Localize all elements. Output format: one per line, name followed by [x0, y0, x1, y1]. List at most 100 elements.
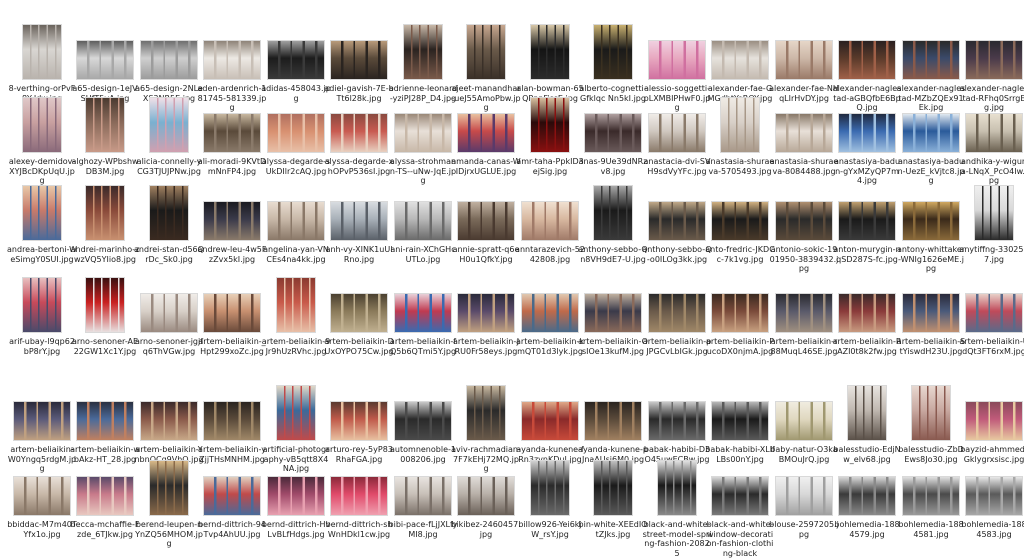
file-item[interactable]: black-and-white-window-decoration-fashio… [707, 458, 773, 558]
file-thumbnail[interactable] [530, 460, 570, 516]
file-item[interactable]: bohlemedia-1884579.jpg [834, 458, 900, 539]
file-thumbnail[interactable] [403, 24, 443, 80]
file-item[interactable]: artem-beliaikin-_Hpt299xoZc.jpg [198, 275, 266, 356]
file-thumbnail[interactable] [648, 40, 706, 80]
file-item[interactable]: bernd-dittrich-shWnHDkl1cw.jpg [326, 458, 392, 539]
file-item[interactable]: black-and-white-street-model-spring-fash… [643, 458, 711, 558]
file-thumbnail[interactable] [711, 201, 769, 241]
file-item[interactable]: artem-beliaikin-RAZI0t8k2fw.jpg [833, 275, 901, 356]
file-thumbnail[interactable] [911, 385, 951, 441]
file-thumbnail[interactable] [902, 293, 960, 333]
file-item[interactable]: andrew-leu-4w5FzZvx5kI.jpg [198, 183, 266, 264]
file-thumbnail[interactable] [267, 40, 325, 80]
file-thumbnail[interactable] [838, 40, 896, 80]
file-thumbnail[interactable] [394, 113, 452, 153]
file-thumbnail[interactable] [149, 460, 189, 516]
file-thumbnail[interactable] [22, 24, 62, 80]
file-thumbnail[interactable] [847, 385, 887, 441]
file-thumbnail[interactable] [593, 185, 633, 241]
file-thumbnail[interactable] [330, 201, 388, 241]
file-item[interactable]: aviv-rachmadian-7F7kEHj72MQ.jpg [451, 383, 521, 473]
file-thumbnail[interactable] [276, 385, 316, 441]
file-thumbnail[interactable] [140, 401, 198, 441]
file-thumbnail[interactable] [203, 293, 261, 333]
file-thumbnail[interactable] [521, 201, 579, 241]
file-item[interactable]: artem-beliaikin-YnbnQCg9VhQ.jpg [134, 383, 204, 464]
file-thumbnail[interactable] [22, 185, 62, 241]
file-thumbnail[interactable] [974, 185, 1014, 241]
file-item[interactable]: artem-beliaikin-kmQT01d3lyk.jpg [516, 275, 584, 356]
file-thumbnail[interactable] [203, 476, 261, 516]
file-item[interactable]: becca-mchaffie-Fzde_6TJkw.jpg [71, 458, 139, 539]
file-item[interactable]: balesstudio-ZbDEws8Jo30.jpg [898, 383, 964, 464]
file-item[interactable]: bernd-dittrich-94Tvp4AhUU.jpg [198, 458, 266, 539]
file-thumbnail[interactable] [203, 201, 261, 241]
file-item[interactable]: artem-beliaikin-StYiswdH23U.jpg [897, 275, 965, 356]
file-thumbnail[interactable] [267, 476, 325, 516]
file-thumbnail[interactable] [140, 40, 198, 80]
file-item[interactable]: anto-fredric-JKDCc-7k1vg.jpg [705, 183, 775, 264]
file-item[interactable]: artem-beliaikin-9Jr9hUzRVhc.jpg [262, 275, 330, 356]
file-thumbnail[interactable] [76, 476, 134, 516]
file-thumbnail[interactable] [85, 277, 125, 333]
file-item[interactable]: anastasia-shuraeva-5705493.jpg [706, 95, 774, 176]
file-thumbnail[interactable] [648, 113, 706, 153]
file-thumbnail[interactable] [13, 401, 71, 441]
file-item[interactable]: artem-beliaikin-PucoDX0njmA.jpg [706, 275, 774, 356]
file-thumbnail[interactable] [711, 293, 769, 333]
file-thumbnail[interactable] [584, 113, 642, 153]
file-thumbnail[interactable] [648, 401, 706, 441]
file-item[interactable]: anh-vy-XINK1uUlRno.jpg [326, 183, 392, 264]
file-thumbnail[interactable] [838, 293, 896, 333]
file-thumbnail[interactable] [593, 460, 633, 516]
file-thumbnail[interactable] [457, 113, 515, 153]
file-thumbnail[interactable] [76, 40, 134, 80]
file-thumbnail[interactable] [902, 201, 960, 241]
file-item[interactable]: artem-beliaikin-yZjjTHsMNHM.jpg [198, 383, 266, 464]
file-thumbnail[interactable] [140, 293, 198, 333]
file-thumbnail[interactable] [648, 293, 706, 333]
file-item[interactable]: amanda-canas-WIDjrxUGLUE.jpg [451, 95, 521, 176]
file-thumbnail[interactable] [593, 24, 633, 80]
file-item[interactable]: a65-design-2NLeXS3NR5E.jpg [135, 22, 203, 103]
file-item[interactable]: anas-9Ue39dNRzv8.jpg [579, 95, 647, 176]
file-thumbnail[interactable] [775, 476, 833, 516]
file-thumbnail[interactable] [648, 201, 706, 241]
file-thumbnail[interactable] [466, 24, 506, 80]
file-item[interactable]: artem-beliaikin-DUxOYPO75Cw.jpg [324, 275, 394, 356]
file-thumbnail[interactable] [775, 293, 833, 333]
file-item[interactable]: andrea-bertoni-WeSimgY0SUI.jpg [7, 183, 77, 264]
file-item[interactable]: artem-beliaikin-W0Yngq5rdgM.jpg [8, 383, 76, 473]
file-thumbnail[interactable] [457, 476, 515, 516]
file-item[interactable]: adrienne-leonard-yziPJ28P_D4.jpg [389, 22, 457, 103]
file-thumbnail[interactable] [203, 40, 261, 80]
file-item[interactable]: alghozy-WPbshwDB3M.jpg [71, 95, 139, 176]
file-item[interactable]: balesstudio-EdjNw_elv68.jpg [833, 383, 901, 464]
file-thumbnail[interactable] [902, 476, 960, 516]
file-thumbnail[interactable] [775, 201, 833, 241]
file-thumbnail[interactable] [330, 401, 388, 441]
file-item[interactable]: ani-rain-XChGHcUTLo.jpg [390, 183, 456, 264]
file-item[interactable]: arturo-rey-5yP83RhaFGA.jpg [325, 383, 393, 464]
file-thumbnail[interactable] [965, 113, 1023, 153]
file-item[interactable]: antony-whittaker-WNIg1626eME.jpg [897, 183, 965, 273]
file-item[interactable]: anastasia-shuraeva-8084488.jpg [770, 95, 838, 176]
file-item[interactable]: alessio-soggetti-pLXMBIPHwF0.jpg [644, 22, 710, 112]
file-item[interactable]: ayanda-kunene-pJnaAUsj6M0.jpg [578, 383, 648, 464]
file-item[interactable]: a65-design-1eJVSUfT5yA.jpg [72, 22, 138, 103]
file-item[interactable]: anastasiya-badun-gYxMZyQP7m4.jpg [834, 95, 900, 185]
file-item[interactable]: berend-leupen-nYnZQ56MHOM.jpg [135, 458, 203, 548]
file-item[interactable]: anastasiya-badun-UezE_kVjtc8.jpg [898, 95, 964, 185]
file-thumbnail[interactable] [775, 40, 833, 80]
file-thumbnail[interactable] [838, 201, 896, 241]
file-item[interactable]: amr-taha-PpkID3ejSig.jpg [516, 95, 584, 176]
file-item[interactable]: anton-murygin-nqSD287S-fc.jpg [833, 183, 901, 264]
file-thumbnail[interactable] [902, 40, 960, 80]
file-item[interactable]: bikibez-2460457.jpg [451, 458, 521, 539]
file-item[interactable]: adiel-gavish-7E-bTt6l28k.jpg [324, 22, 394, 103]
file-item[interactable]: alexander-naglestad-aGBQfbE6BpQ.jpg [833, 22, 901, 112]
file-thumbnail[interactable] [330, 40, 388, 80]
file-thumbnail[interactable] [330, 293, 388, 333]
file-thumbnail[interactable] [775, 113, 833, 153]
file-item[interactable]: anytiffng-3302537.jpg [959, 183, 1024, 264]
